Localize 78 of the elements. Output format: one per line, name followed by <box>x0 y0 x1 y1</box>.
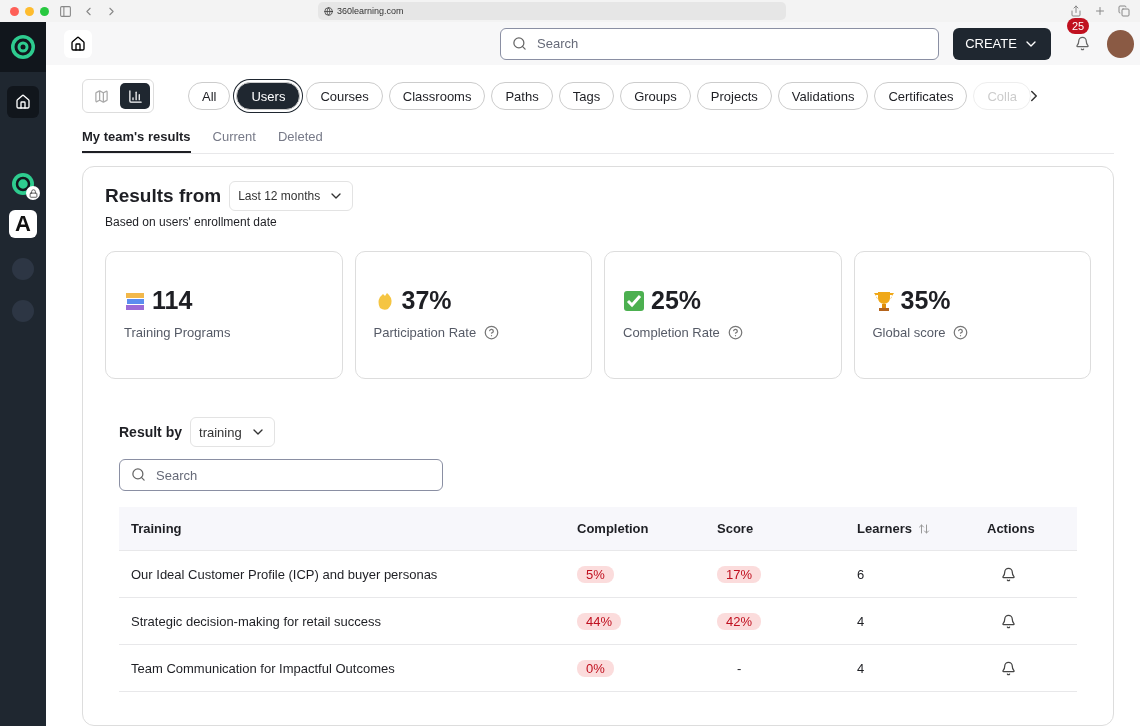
zoom-window-dot[interactable] <box>40 6 49 16</box>
filter-chip[interactable]: Tags <box>558 82 615 110</box>
filter-chip[interactable]: All <box>188 82 231 110</box>
completion-value: 5% <box>577 565 614 583</box>
home-icon <box>15 94 31 110</box>
chart-view-button[interactable] <box>120 83 150 109</box>
stat-value: 114 <box>152 286 193 315</box>
bar-chart-icon <box>127 88 143 104</box>
tab[interactable]: Current <box>212 129 256 153</box>
completion-value: 0% <box>577 659 614 677</box>
home-icon <box>70 35 86 52</box>
training-name: Team Communication for Impactful Outcomes <box>131 660 396 676</box>
user-avatar[interactable] <box>1106 29 1134 58</box>
home-nav-item[interactable] <box>7 86 39 118</box>
map-icon <box>93 88 109 104</box>
close-window-dot[interactable] <box>10 6 19 16</box>
search-field[interactable]: Search <box>500 27 940 60</box>
stat-label: Participation Rate <box>373 325 477 340</box>
result-by-dropdown[interactable]: training <box>190 417 275 447</box>
result-by-label: Result by <box>119 424 182 440</box>
share-icon[interactable] <box>1070 5 1082 17</box>
filter-chip[interactable]: Certificates <box>874 82 968 110</box>
results-title: Results from <box>105 185 222 207</box>
app-logo-icon[interactable] <box>10 34 36 60</box>
workspace-letter[interactable]: A <box>9 210 37 238</box>
create-button[interactable]: CREATE <box>953 27 1051 60</box>
check-mark-icon <box>623 289 645 312</box>
home-button[interactable] <box>64 29 92 58</box>
stat-label: Training Programs <box>124 325 231 340</box>
stat-label: Completion Rate <box>623 325 720 340</box>
bell-icon[interactable] <box>1001 613 1016 629</box>
period-dropdown[interactable]: Last 12 months <box>229 181 354 211</box>
bell-icon[interactable] <box>1001 660 1016 676</box>
minimize-window-dot[interactable] <box>25 6 34 16</box>
trophy-icon <box>872 289 895 312</box>
column-header[interactable]: Learners <box>857 521 987 536</box>
filter-chip[interactable]: Courses <box>306 82 383 110</box>
score-value: 42% <box>717 612 762 630</box>
column-header: Completion <box>577 521 650 536</box>
filter-chip[interactable]: Classrooms <box>388 82 486 110</box>
search-icon <box>512 35 527 51</box>
table-search-field[interactable]: Search <box>119 459 443 491</box>
stat-value: 37% <box>401 286 452 315</box>
column-header: Actions <box>987 521 1036 536</box>
filter-chip[interactable]: Projects <box>696 82 772 110</box>
score-value: 17% <box>717 565 762 583</box>
filter-chip[interactable]: Users <box>236 82 301 110</box>
training-name: Strategic decision-making for retail success <box>131 613 382 629</box>
help-icon[interactable] <box>484 325 500 340</box>
help-icon[interactable] <box>727 325 743 340</box>
stat-label: Global score <box>872 325 946 340</box>
help-icon[interactable] <box>953 325 969 340</box>
results-subtitle: Based on users' enrollment date <box>105 215 278 229</box>
tab[interactable]: My team's results <box>82 129 191 153</box>
score-value: - <box>736 660 743 676</box>
learners-count: 4 <box>857 660 866 676</box>
filter-chip[interactable]: Validations <box>777 82 869 110</box>
filter-chip[interactable]: Groups <box>620 82 691 110</box>
stat-value: 35% <box>900 286 951 315</box>
address-bar[interactable]: 360learning.com <box>318 2 786 20</box>
workspace-logo-icon <box>11 172 35 196</box>
completion-value: 44% <box>577 612 622 630</box>
learners-count: 4 <box>857 613 866 629</box>
column-header: Score <box>717 521 755 536</box>
lock-icon <box>26 186 40 200</box>
sidebar-toggle-icon[interactable] <box>59 4 72 18</box>
bell-icon[interactable] <box>1001 566 1016 582</box>
sort-icon[interactable] <box>917 522 930 535</box>
tabs-overview-icon[interactable] <box>1118 5 1130 17</box>
notification-bell-icon[interactable] <box>1075 36 1091 51</box>
tab[interactable]: Deleted <box>277 129 323 153</box>
learners-count: 6 <box>857 566 866 582</box>
stat-value: 25% <box>651 286 702 315</box>
filter-chip[interactable]: Paths <box>491 82 553 110</box>
new-tab-icon[interactable] <box>1094 5 1106 17</box>
column-header: Training <box>131 521 183 536</box>
training-name: Our Ideal Customer Profile (ICP) and buyer personas <box>131 566 439 582</box>
search-icon <box>131 467 146 482</box>
